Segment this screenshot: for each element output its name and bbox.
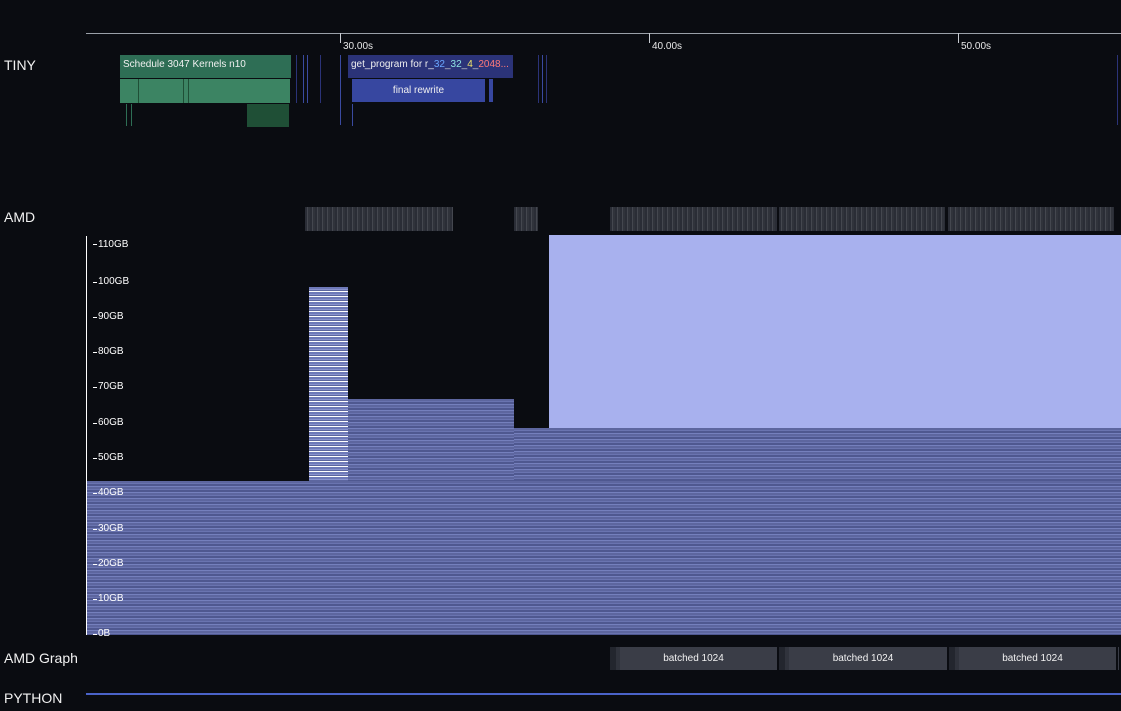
amd-kernel-block[interactable] (610, 207, 777, 231)
batch-label: batched 1024 (1002, 653, 1063, 664)
y-tick (93, 634, 97, 635)
tick-label-30s: 30.00s (343, 41, 374, 52)
memory-area-segment[interactable] (514, 428, 1121, 481)
kernel-name-part: 32 (450, 59, 462, 70)
y-label: 60GB (98, 417, 124, 428)
y-label: 30GB (98, 523, 124, 534)
lane-label-amd: AMD (4, 209, 36, 225)
y-label: 10GB (98, 593, 124, 604)
y-tick (93, 282, 97, 283)
y-label: 100GB (98, 276, 130, 287)
schedule-child-block[interactable] (120, 79, 290, 103)
span-divider (188, 79, 189, 103)
kernel-name-part: 2048... (478, 59, 509, 70)
memory-area-segment[interactable] (305, 481, 1121, 635)
amd-kernel-block[interactable] (779, 207, 945, 231)
memory-large-buffer[interactable] (549, 235, 1121, 428)
y-tick (93, 564, 97, 565)
tick-mark (958, 33, 959, 43)
y-tick (93, 458, 97, 459)
y-tick (93, 599, 97, 600)
amd-kernel-block[interactable] (514, 207, 538, 231)
span-tick (340, 55, 341, 125)
span-block-small[interactable] (489, 79, 493, 102)
y-tick (93, 317, 97, 318)
schedule-kernels-block[interactable]: Schedule 3047 Kernels n10 (120, 55, 291, 78)
span-tick (542, 55, 543, 103)
span-tick (131, 104, 132, 126)
y-label: 90GB (98, 311, 124, 322)
batch-label: batched 1024 (832, 653, 894, 664)
lane-label-amd-graph: AMD Graph (4, 650, 78, 666)
lane-label-tiny: TINY (4, 57, 36, 73)
lane-label-python: PYTHON (4, 690, 63, 706)
tick-label-40s: 40.00s (652, 41, 683, 52)
memory-area-segment[interactable] (348, 399, 514, 481)
memory-spike-segment[interactable] (309, 287, 348, 481)
final-rewrite-label: final rewrite (392, 85, 445, 96)
span-tick (126, 104, 127, 126)
amd-kernel-block[interactable] (305, 207, 453, 231)
get-program-kernel-name: 32_32_4_2048... (434, 59, 509, 70)
amd-graph-batch-block[interactable]: batched 1024 (610, 647, 777, 670)
y-tick (93, 529, 97, 530)
y-tick (93, 352, 97, 353)
y-label: 20GB (98, 558, 124, 569)
y-tick (93, 387, 97, 388)
span-tick (303, 55, 304, 103)
span-tick (1118, 647, 1119, 670)
span-tick (296, 55, 297, 103)
y-label: 0B (98, 628, 111, 639)
y-label: 80GB (98, 346, 124, 357)
python-track-line[interactable] (86, 693, 1121, 695)
batch-label: batched 1024 (663, 653, 724, 664)
amd-kernel-block[interactable] (948, 207, 1114, 231)
y-tick (93, 423, 97, 424)
y-label: 40GB (98, 487, 124, 498)
span-tick (307, 55, 308, 103)
amd-graph-batch-block[interactable]: batched 1024 (949, 647, 1116, 670)
tick-label-50s: 50.00s (961, 41, 992, 52)
schedule-kernels-label: Schedule 3047 Kernels n10 (123, 59, 246, 70)
span-tick (546, 55, 547, 103)
get-program-block[interactable]: get_program for r_32_32_4_2048... (348, 55, 513, 78)
span-tick (320, 55, 321, 103)
y-tick (93, 244, 97, 245)
timeline-ruler (86, 33, 1121, 34)
span-divider (138, 79, 139, 103)
span-divider (183, 79, 184, 103)
y-label: 70GB (98, 381, 124, 392)
final-rewrite-block[interactable]: final rewrite (352, 79, 485, 102)
tick-mark (340, 33, 341, 43)
span-tick (352, 104, 353, 126)
span-tick (538, 55, 539, 103)
kernel-name-part: 32 (433, 59, 445, 70)
span-tick (1117, 55, 1118, 125)
tick-mark (649, 33, 650, 43)
y-label: 110GB (98, 239, 129, 250)
schedule-subchild-block[interactable] (247, 104, 289, 127)
get-program-prefix: get_program for r_ (351, 59, 434, 70)
amd-graph-batch-block[interactable]: batched 1024 (779, 647, 947, 670)
y-tick (93, 493, 97, 494)
y-label: 50GB (98, 452, 124, 463)
